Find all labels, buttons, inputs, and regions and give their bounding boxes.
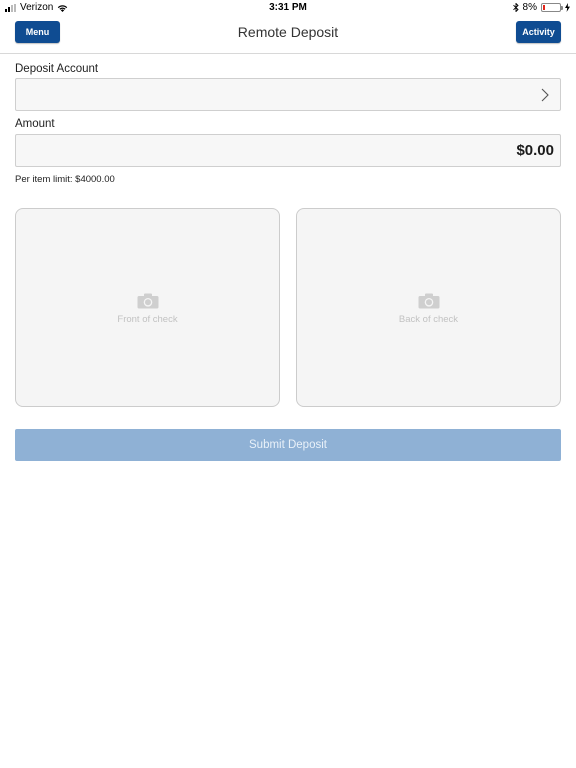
front-of-check-capture[interactable]: Front of check [15, 208, 280, 407]
deposit-account-label: Deposit Account [15, 63, 99, 75]
camera-icon [418, 293, 439, 309]
page-title: Remote Deposit [237, 24, 339, 40]
camera-icon [137, 293, 158, 309]
status-right: 8% [512, 2, 570, 13]
battery-icon [541, 3, 563, 12]
status-time: 3:31 PM [269, 2, 307, 13]
bluetooth-icon [512, 3, 519, 12]
activity-button[interactable]: Activity [516, 21, 561, 43]
battery-percent: 8% [522, 2, 537, 13]
charging-bolt-icon [565, 3, 570, 12]
status-bar: Verizon 3:31 PM 8% [0, 0, 576, 16]
per-item-limit: Per item limit: $4000.00 [15, 174, 115, 185]
back-of-check-caption: Back of check [398, 314, 459, 325]
amount-input[interactable]: $0.00 [15, 134, 561, 167]
amount-label: Amount [15, 118, 55, 130]
amount-value: $0.00 [516, 142, 554, 159]
deposit-account-select[interactable] [15, 78, 561, 111]
submit-deposit-button[interactable]: Submit Deposit [15, 429, 561, 461]
back-of-check-capture[interactable]: Back of check [296, 208, 561, 407]
chevron-right-icon [541, 88, 549, 102]
front-of-check-caption: Front of check [117, 314, 178, 325]
nav-bar: Menu Remote Deposit Activity [0, 16, 576, 54]
